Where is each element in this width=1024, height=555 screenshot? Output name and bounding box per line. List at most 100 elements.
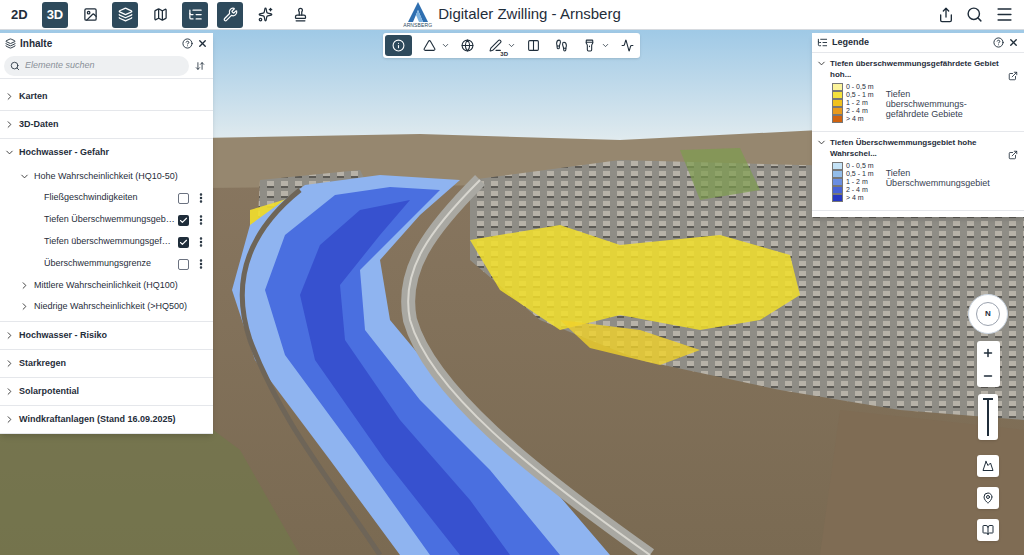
tilt-slider[interactable] bbox=[978, 394, 998, 440]
search-field[interactable]: Elemente suchen bbox=[4, 56, 189, 76]
chevron-right-icon[interactable] bbox=[4, 330, 15, 341]
help-icon[interactable] bbox=[182, 38, 193, 49]
share-icon[interactable] bbox=[938, 7, 954, 23]
overview-map-button[interactable] bbox=[977, 519, 999, 541]
map-tool[interactable] bbox=[550, 35, 572, 56]
chevron-right-icon[interactable] bbox=[4, 358, 15, 369]
legend-icon bbox=[817, 37, 828, 48]
toolbar-button[interactable] bbox=[182, 2, 208, 28]
map-tool[interactable]: 3D bbox=[484, 35, 516, 56]
legend-body: 0 - 0,5 m0,5 - 1 m1 - 2 m2 - 4 m> 4 mTie… bbox=[812, 83, 1024, 123]
legend-section: Tiefen Überschwemmungsgebiet hohe Wahrsc… bbox=[812, 132, 1024, 211]
tree-subitem[interactable]: Niedrige Wahrscheinlichkeit (>HQ500) bbox=[0, 296, 213, 317]
chevron-right-icon[interactable] bbox=[4, 119, 15, 130]
color-swatch bbox=[832, 178, 843, 186]
contents-panel: InhalteElemente suchenKarten3D-DatenHoch… bbox=[0, 33, 213, 434]
shadow-icon bbox=[461, 39, 474, 52]
layer-row[interactable]: Tiefen überschwemmungsgef… bbox=[0, 231, 213, 253]
chevron-down-icon[interactable] bbox=[816, 137, 827, 148]
layer-checkbox[interactable] bbox=[178, 259, 189, 270]
chevron-right-icon[interactable] bbox=[4, 414, 15, 425]
layer-checkbox[interactable] bbox=[178, 193, 189, 204]
layer-row[interactable]: Überschwemmungsgrenze bbox=[0, 253, 213, 275]
tree-item[interactable]: Starkregen bbox=[0, 350, 213, 377]
dropdown-icon[interactable] bbox=[507, 41, 516, 50]
zoom-out-button[interactable] bbox=[977, 364, 1000, 387]
dropdown-icon[interactable] bbox=[601, 41, 610, 50]
tree-item[interactable]: 3D-Daten bbox=[0, 111, 213, 138]
tree-subitem[interactable]: Mittlere Wahrscheinlichkeit (HQ100) bbox=[0, 275, 213, 296]
map-tool[interactable] bbox=[578, 35, 610, 56]
chevron-down-icon[interactable] bbox=[816, 58, 827, 69]
tree-item[interactable]: Karten bbox=[0, 83, 213, 110]
map-tool[interactable] bbox=[616, 35, 638, 56]
toolbar-button[interactable] bbox=[147, 2, 173, 28]
toolbar-button[interactable] bbox=[287, 2, 313, 28]
map-tool[interactable] bbox=[385, 35, 412, 56]
layer-checkbox[interactable] bbox=[178, 215, 189, 226]
split-view-icon bbox=[527, 39, 540, 52]
tree-group: Hochwasser - Risiko bbox=[0, 322, 213, 350]
legend-entry: 1 - 2 m bbox=[832, 178, 874, 186]
toolbar-button[interactable] bbox=[217, 2, 243, 28]
map-tool[interactable] bbox=[418, 35, 450, 56]
layer-row[interactable]: Fließgeschwindigkeiten bbox=[0, 187, 213, 209]
compass[interactable]: N bbox=[968, 294, 1008, 334]
layer-checkbox[interactable] bbox=[178, 237, 189, 248]
color-swatch bbox=[832, 186, 843, 194]
stamp-icon bbox=[293, 7, 308, 22]
tree-subgroup: Hohe Wahrscheinlichkeit (HQ10-50)Fließge… bbox=[0, 166, 213, 275]
chevron-right-icon[interactable] bbox=[19, 280, 30, 291]
title-text: Digitaler Zwilling - Arnsberg bbox=[438, 3, 621, 26]
tree-item[interactable]: Windkraftanlagen (Stand 16.09.2025) bbox=[0, 406, 213, 433]
tree-subitem[interactable]: Hohe Wahrscheinlichkeit (HQ10-50) bbox=[0, 166, 213, 187]
more-icon[interactable] bbox=[195, 236, 207, 248]
profile-icon bbox=[621, 39, 634, 52]
more-icon[interactable] bbox=[195, 192, 207, 204]
chevron-right-icon[interactable] bbox=[4, 386, 15, 397]
check-icon bbox=[179, 238, 188, 247]
sort-icon[interactable] bbox=[195, 61, 205, 71]
tree-subgroup: Niedrige Wahrscheinlichkeit (>HQ500) bbox=[0, 296, 213, 317]
terrain-button[interactable] bbox=[977, 455, 999, 477]
tool-badge: 3D bbox=[499, 51, 509, 57]
search-icon bbox=[10, 61, 20, 71]
tree-item[interactable]: Hochwasser - Gefahr bbox=[0, 139, 213, 166]
more-icon[interactable] bbox=[195, 258, 207, 270]
layer-row[interactable]: Tiefen Überschwemmungsgeb… bbox=[0, 209, 213, 231]
dropdown-icon[interactable] bbox=[441, 41, 450, 50]
map-tool[interactable] bbox=[522, 35, 544, 56]
legend-section-header[interactable]: Tiefen Überschwemmungsgebiet hohe Wahrsc… bbox=[812, 132, 1024, 162]
sparkles-icon bbox=[258, 7, 273, 22]
chevron-right-icon[interactable] bbox=[19, 301, 30, 312]
overview-map-icon bbox=[982, 524, 994, 536]
help-icon[interactable] bbox=[993, 37, 1004, 48]
map-tool[interactable] bbox=[456, 35, 478, 56]
more-icon[interactable] bbox=[195, 214, 207, 226]
menu-icon[interactable] bbox=[995, 5, 1014, 24]
viewshed-icon bbox=[583, 39, 596, 52]
info-icon bbox=[392, 39, 405, 52]
search-icon[interactable] bbox=[966, 6, 983, 23]
chevron-down-icon[interactable] bbox=[19, 171, 30, 182]
toolbar-button[interactable] bbox=[252, 2, 278, 28]
view-mode-button[interactable]: 2D bbox=[6, 2, 33, 28]
chevron-right-icon[interactable] bbox=[4, 91, 15, 102]
location-button[interactable] bbox=[977, 487, 999, 509]
chevron-down-icon[interactable] bbox=[4, 147, 15, 158]
legend-icon bbox=[188, 7, 203, 22]
legend-panel: LegendeTiefen überschwemmungsgefährdete … bbox=[812, 33, 1024, 217]
color-swatch bbox=[832, 99, 843, 107]
zoom-in-button[interactable] bbox=[977, 341, 1000, 364]
legend-section-header[interactable]: Tiefen überschwemmungsgefährdete Gebiet … bbox=[812, 53, 1024, 83]
close-icon[interactable] bbox=[1008, 37, 1019, 48]
toolbar-button[interactable] bbox=[112, 2, 138, 28]
tree-item[interactable]: Solarpotential bbox=[0, 378, 213, 405]
close-icon[interactable] bbox=[197, 38, 208, 49]
color-swatch bbox=[832, 170, 843, 178]
view-mode-button[interactable]: 3D bbox=[42, 2, 69, 28]
toolbar-button[interactable] bbox=[77, 2, 103, 28]
external-link-icon[interactable] bbox=[1008, 71, 1018, 81]
external-link-icon[interactable] bbox=[1008, 150, 1018, 160]
tree-item[interactable]: Hochwasser - Risiko bbox=[0, 322, 213, 349]
